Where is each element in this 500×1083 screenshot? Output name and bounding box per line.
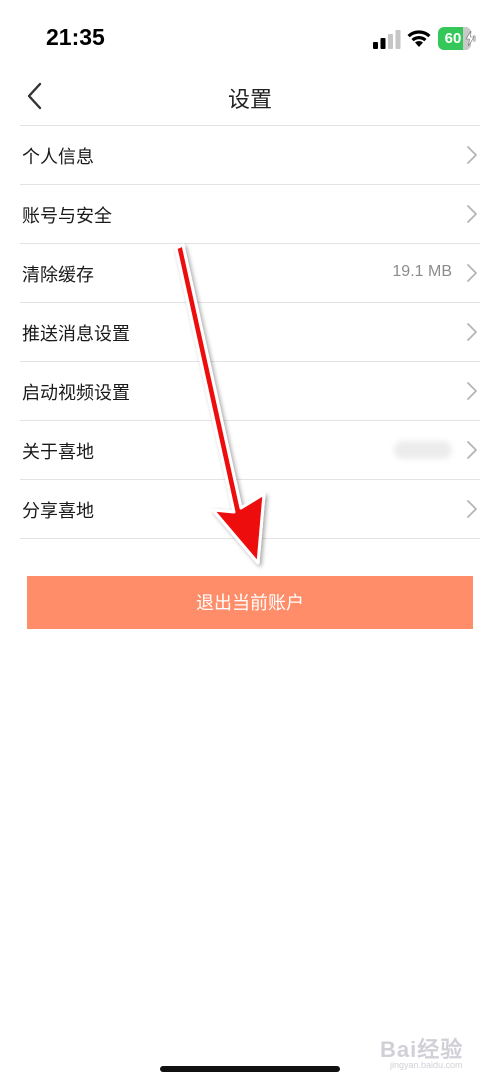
chevron-right-icon	[467, 500, 477, 518]
chevron-right-icon	[467, 441, 477, 459]
settings-item-account-security[interactable]: 账号与安全	[20, 185, 480, 244]
settings-item-label: 关于喜地	[22, 442, 94, 463]
status-bar: 21:35 60	[0, 0, 500, 80]
settings-item-clear-cache[interactable]: 清除缓存 19.1 MB	[20, 244, 480, 303]
chevron-right-icon	[467, 146, 477, 164]
settings-item-share[interactable]: 分享喜地	[20, 480, 480, 539]
logout-button[interactable]: 退出当前账户	[27, 576, 473, 629]
home-indicator[interactable]	[160, 1066, 340, 1072]
settings-item-personal-info[interactable]: 个人信息	[20, 126, 480, 185]
charging-bolt-icon	[465, 31, 475, 46]
nav-bar: 设置	[0, 70, 500, 125]
wifi-icon	[407, 30, 431, 47]
version-value-blurred	[394, 441, 452, 459]
page-title: 设置	[227, 88, 272, 113]
signal-icon	[373, 30, 401, 49]
chevron-right-icon	[467, 382, 477, 400]
battery-level: 60	[444, 30, 462, 47]
cache-size-value: 19.1 MB	[392, 263, 452, 280]
chevron-right-icon	[467, 264, 477, 282]
settings-item-about[interactable]: 关于喜地	[20, 421, 480, 480]
settings-list: 个人信息 账号与安全 清除缓存 19.1 MB 推送消息设置 启动视频设置 关于…	[20, 126, 480, 539]
settings-item-label: 启动视频设置	[22, 383, 130, 404]
chevron-right-icon	[467, 323, 477, 341]
settings-item-label: 账号与安全	[22, 206, 112, 227]
watermark-site: jingyan.baidu.com	[390, 1060, 463, 1070]
settings-item-launch-video[interactable]: 启动视频设置	[20, 362, 480, 421]
settings-item-label: 推送消息设置	[22, 324, 130, 345]
settings-item-label: 分享喜地	[22, 501, 94, 522]
status-time: 21:35	[46, 24, 105, 50]
chevron-right-icon	[467, 205, 477, 223]
settings-item-push-notifications[interactable]: 推送消息设置	[20, 303, 480, 362]
settings-item-label: 个人信息	[22, 147, 94, 168]
settings-item-label: 清除缓存	[22, 265, 94, 286]
battery-icon: 60	[438, 27, 476, 50]
